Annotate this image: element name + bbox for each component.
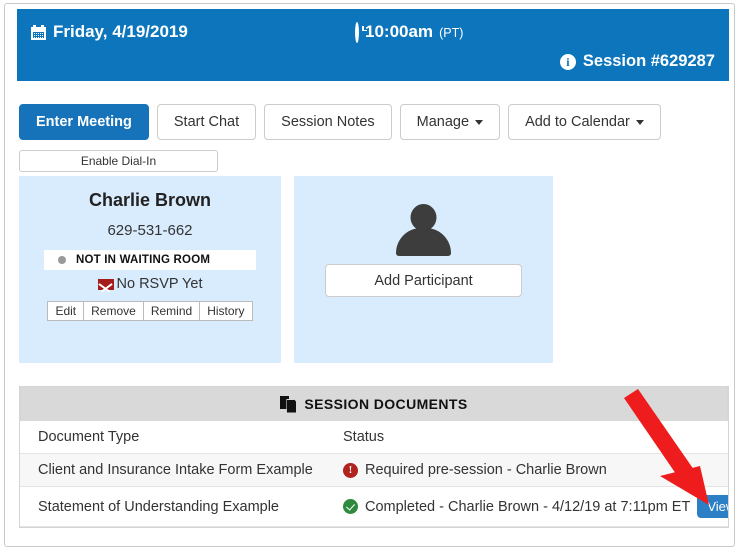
edit-participant-button[interactable]: Edit bbox=[47, 301, 84, 321]
participant-card: Charlie Brown 629-531-662 NOT IN WAITING… bbox=[19, 176, 281, 363]
user-silhouette-icon bbox=[396, 204, 451, 256]
remove-participant-button[interactable]: Remove bbox=[83, 301, 144, 321]
participant-actions: Edit Remove Remind History bbox=[19, 301, 281, 321]
participant-name: Charlie Brown bbox=[19, 190, 281, 211]
session-header: Friday, 4/19/2019 10:00am (PT) i Session… bbox=[17, 9, 729, 81]
view-document-button[interactable]: View bbox=[697, 495, 728, 518]
waiting-room-status-badge: NOT IN WAITING ROOM bbox=[44, 250, 256, 270]
add-to-calendar-label: Add to Calendar bbox=[525, 115, 630, 130]
enter-meeting-button[interactable]: Enter Meeting bbox=[19, 104, 149, 140]
table-row: Client and Insurance Intake Form Example… bbox=[20, 454, 728, 487]
table-header-row: Document Type Status bbox=[20, 421, 728, 454]
session-documents-title-text: SESSION DOCUMENTS bbox=[304, 396, 467, 412]
document-status-text: Required pre-session - Charlie Brown bbox=[365, 462, 728, 478]
session-documents-panel: SESSION DOCUMENTS Document Type Status C… bbox=[19, 386, 729, 528]
info-icon: i bbox=[560, 54, 576, 70]
document-type-cell: Client and Insurance Intake Form Example bbox=[20, 454, 325, 487]
manage-label: Manage bbox=[417, 115, 469, 130]
session-page: Friday, 4/19/2019 10:00am (PT) i Session… bbox=[4, 3, 735, 547]
waiting-room-status-text: NOT IN WAITING ROOM bbox=[76, 254, 210, 266]
completed-check-icon bbox=[343, 499, 358, 514]
documents-icon bbox=[280, 396, 296, 413]
session-date-text: Friday, 4/19/2019 bbox=[53, 19, 188, 45]
document-status-cell: ! Required pre-session - Charlie Brown bbox=[325, 454, 728, 487]
required-exclamation-icon: ! bbox=[343, 463, 358, 478]
add-participant-card: Add Participant bbox=[294, 176, 553, 363]
status-dot-icon bbox=[58, 256, 66, 264]
clock-icon bbox=[355, 22, 359, 43]
document-status-text: Completed - Charlie Brown - 4/12/19 at 7… bbox=[365, 499, 690, 515]
participant-phone: 629-531-662 bbox=[19, 222, 281, 239]
header-top-row: Friday, 4/19/2019 10:00am (PT) bbox=[17, 19, 729, 47]
column-header-status: Status bbox=[325, 421, 728, 454]
chevron-down-icon bbox=[475, 120, 483, 125]
envelope-x-icon bbox=[98, 279, 114, 290]
manage-dropdown-button[interactable]: Manage bbox=[400, 104, 500, 140]
documents-table: Document Type Status Client and Insuranc… bbox=[20, 421, 728, 527]
session-notes-button[interactable]: Session Notes bbox=[264, 104, 392, 140]
calendar-icon bbox=[31, 25, 46, 40]
session-date: Friday, 4/19/2019 bbox=[31, 19, 188, 45]
participant-history-button[interactable]: History bbox=[199, 301, 252, 321]
add-participant-button[interactable]: Add Participant bbox=[325, 264, 522, 297]
enable-dial-in-button[interactable]: Enable Dial-In bbox=[19, 150, 218, 172]
chevron-down-icon bbox=[636, 120, 644, 125]
table-row: Statement of Understanding Example Compl… bbox=[20, 487, 728, 527]
start-chat-button[interactable]: Start Chat bbox=[157, 104, 256, 140]
session-time-text: 10:00am bbox=[365, 19, 433, 45]
remind-participant-button[interactable]: Remind bbox=[143, 301, 200, 321]
column-header-document-type: Document Type bbox=[20, 421, 325, 454]
session-documents-title: SESSION DOCUMENTS bbox=[20, 386, 728, 421]
session-id-text: Session #629287 bbox=[583, 52, 715, 71]
session-timezone: (PT) bbox=[439, 20, 463, 46]
document-type-cell: Statement of Understanding Example bbox=[20, 487, 325, 527]
session-time: 10:00am (PT) bbox=[355, 19, 463, 46]
rsvp-status-text: No RSVP Yet bbox=[117, 276, 203, 292]
session-id: i Session #629287 bbox=[560, 52, 715, 71]
document-status-cell: Completed - Charlie Brown - 4/12/19 at 7… bbox=[325, 487, 728, 527]
action-toolbar: Enter Meeting Start Chat Session Notes M… bbox=[19, 104, 661, 140]
rsvp-status: No RSVP Yet bbox=[19, 276, 281, 292]
add-to-calendar-dropdown-button[interactable]: Add to Calendar bbox=[508, 104, 661, 140]
